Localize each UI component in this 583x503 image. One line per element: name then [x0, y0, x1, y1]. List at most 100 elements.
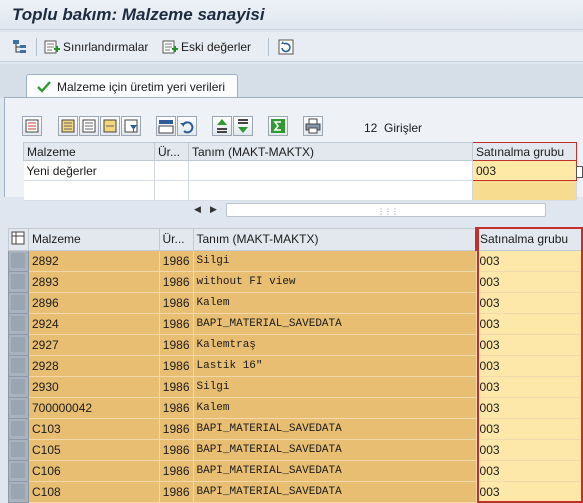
material-cell[interactable]: 2928 [28, 355, 160, 377]
row-selector[interactable] [8, 417, 29, 440]
description-cell[interactable]: Silgi [193, 376, 477, 398]
description-cell[interactable]: BAPI_MATERIAL_SAVEDATA [193, 481, 477, 503]
plant-cell[interactable]: 1986 [159, 376, 194, 398]
column-header-purchasing-group[interactable]: Satınalma grubu [472, 142, 577, 161]
table-row[interactable]: 2893 1986 without FI view 003 [8, 270, 583, 293]
plant-cell[interactable]: 1986 [159, 439, 194, 461]
column-resize-handle[interactable] [576, 166, 583, 178]
material-cell[interactable]: C105 [28, 439, 160, 461]
table-row[interactable]: C106 1986 BAPI_MATERIAL_SAVEDATA 003 [8, 459, 583, 482]
row-selector-handle[interactable] [11, 274, 26, 289]
material-cell[interactable]: C108 [28, 481, 160, 503]
new-values-description-cell[interactable] [188, 160, 473, 181]
description-cell[interactable]: Kalem [193, 397, 477, 419]
row-selector[interactable] [8, 480, 29, 503]
plant-cell[interactable]: 1986 [159, 313, 194, 335]
row-selector-handle[interactable] [11, 400, 26, 415]
purchasing-group-cell[interactable]: 003 [476, 271, 583, 293]
row-selector[interactable] [8, 438, 29, 461]
description-cell[interactable]: Kalemtraş [193, 334, 477, 356]
insert-row-button[interactable] [156, 116, 176, 136]
select-all-button[interactable] [58, 116, 78, 136]
row-selector-handle[interactable] [11, 358, 26, 373]
plant-cell[interactable]: 1986 [159, 292, 194, 314]
row-selector[interactable] [8, 354, 29, 377]
new-purchasing-group-input[interactable]: 003 [472, 160, 577, 181]
undo-button[interactable] [177, 116, 197, 136]
old-values-button[interactable]: Eski değerler [162, 36, 251, 58]
description-cell[interactable]: without FI view [193, 271, 477, 293]
description-cell[interactable]: BAPI_MATERIAL_SAVEDATA [193, 460, 477, 482]
scrollbar-track[interactable]: ⋮⋮⋮ [226, 203, 546, 217]
row-selector[interactable] [8, 312, 29, 335]
row-selector-handle[interactable] [11, 421, 26, 436]
table-row[interactable]: C103 1986 BAPI_MATERIAL_SAVEDATA 003 [8, 417, 583, 440]
table-row[interactable]: 700000042 1986 Kalem 003 [8, 396, 583, 419]
row-selector-handle[interactable] [11, 379, 26, 394]
purchasing-group-cell[interactable]: 003 [476, 439, 583, 461]
row-selector[interactable] [8, 291, 29, 314]
material-cell[interactable]: 2924 [28, 313, 160, 335]
column-header-material[interactable]: Malzeme [27, 227, 160, 251]
scrollbar-grip-icon[interactable]: ⋮⋮⋮ [377, 207, 399, 216]
scroll-right-icon[interactable]: ▶ [210, 204, 217, 215]
purchasing-group-cell[interactable]: 003 [476, 397, 583, 419]
column-header-plant[interactable]: Ür... [158, 227, 194, 251]
table-row[interactable]: 2892 1986 Silgi 003 [8, 249, 583, 272]
table-row[interactable]: 2924 1986 BAPI_MATERIAL_SAVEDATA 003 [8, 312, 583, 335]
material-cell[interactable]: 2930 [28, 376, 160, 398]
sort-ascending-button[interactable] [212, 116, 232, 136]
column-header-description[interactable]: Tanım (MAKT-MAKTX) [188, 142, 473, 161]
row-selector[interactable] [8, 375, 29, 398]
column-header-plant[interactable]: Ür... [154, 142, 189, 161]
row-selector-handle[interactable] [11, 337, 26, 352]
plant-cell[interactable]: 1986 [159, 334, 194, 356]
deselect-all-button[interactable] [79, 116, 99, 136]
description-cell[interactable]: BAPI_MATERIAL_SAVEDATA [193, 313, 477, 335]
details-button[interactable] [22, 116, 42, 136]
plant-cell[interactable]: 1986 [159, 481, 194, 503]
purchasing-group-cell[interactable]: 003 [476, 334, 583, 356]
refresh-button[interactable] [278, 36, 294, 58]
description-cell[interactable]: Kalem [193, 292, 477, 314]
row-selector-handle[interactable] [11, 316, 26, 331]
row-selector-handle[interactable] [11, 484, 26, 499]
purchasing-group-cell[interactable]: 003 [476, 376, 583, 398]
table-row[interactable]: 2928 1986 Lastik 16" 003 [8, 354, 583, 377]
tab-plant-data[interactable]: Malzeme için üretim yeri verileri [26, 74, 239, 98]
column-header-material[interactable]: Malzeme [23, 142, 155, 161]
row-selector[interactable] [8, 249, 29, 272]
print-button[interactable] [303, 116, 323, 136]
description-cell[interactable]: Silgi [193, 250, 477, 272]
row-selector[interactable] [8, 396, 29, 419]
purchasing-group-cell[interactable]: 003 [476, 313, 583, 335]
plant-cell[interactable]: 1986 [159, 271, 194, 293]
purchasing-group-cell[interactable]: 003 [476, 355, 583, 377]
material-cell[interactable]: 2893 [28, 271, 160, 293]
total-button[interactable] [268, 116, 288, 136]
restrictions-button[interactable]: Sınırlandırmalar [44, 36, 148, 58]
plant-cell[interactable]: 1986 [159, 397, 194, 419]
description-cell[interactable]: BAPI_MATERIAL_SAVEDATA [193, 418, 477, 440]
row-selector-handle[interactable] [11, 253, 26, 268]
material-cell[interactable]: C106 [28, 460, 160, 482]
table-row[interactable]: C105 1986 BAPI_MATERIAL_SAVEDATA 003 [8, 438, 583, 461]
plant-cell[interactable]: 1986 [159, 355, 194, 377]
row-selector-handle[interactable] [11, 463, 26, 478]
purchasing-group-cell[interactable]: 003 [476, 250, 583, 272]
column-header-purchasing-group[interactable]: Satınalma grubu [475, 227, 583, 251]
plant-cell[interactable]: 1986 [159, 460, 194, 482]
material-cell[interactable]: 2892 [28, 250, 160, 272]
filter-rows-button[interactable] [121, 116, 141, 136]
scroll-left-icon[interactable]: ◀ [194, 204, 201, 215]
table-row[interactable]: 2927 1986 Kalemtraş 003 [8, 333, 583, 356]
purchasing-group-cell[interactable]: 003 [476, 292, 583, 314]
select-block-button[interactable] [100, 116, 120, 136]
purchasing-group-cell[interactable]: 003 [476, 418, 583, 440]
table-row[interactable]: C108 1986 BAPI_MATERIAL_SAVEDATA 003 [8, 480, 583, 503]
description-cell[interactable]: BAPI_MATERIAL_SAVEDATA [193, 439, 477, 461]
material-cell[interactable]: 700000042 [28, 397, 160, 419]
material-cell[interactable]: 2896 [28, 292, 160, 314]
plant-cell[interactable]: 1986 [159, 418, 194, 440]
tree-structure-button[interactable] [12, 36, 28, 58]
